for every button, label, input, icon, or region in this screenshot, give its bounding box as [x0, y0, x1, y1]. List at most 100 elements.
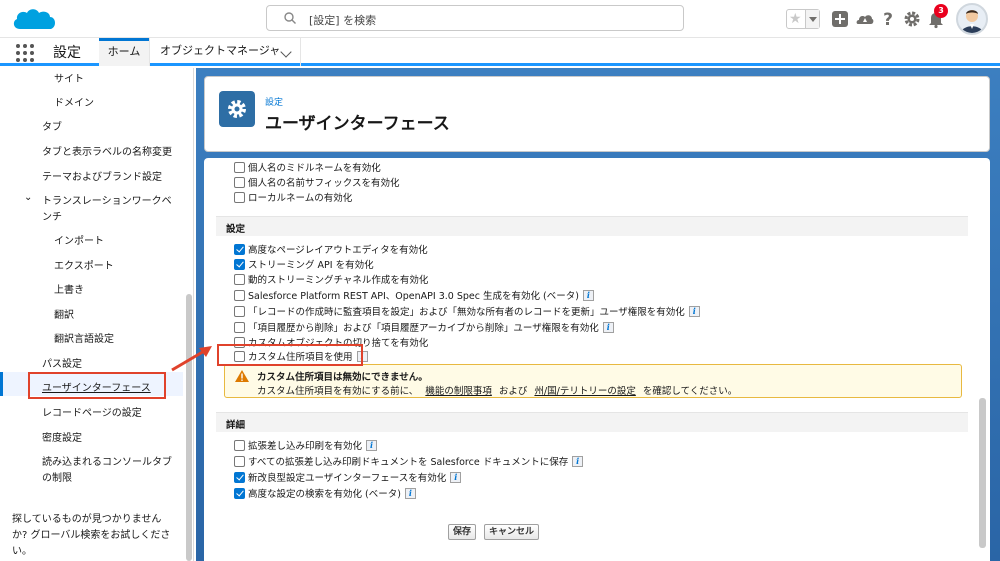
sidebar-item-site[interactable]: サイト [54, 70, 84, 85]
salesforce-cloud-logo[interactable] [10, 5, 58, 33]
setting-label: Salesforce Platform REST API、OpenAPI 3.0… [248, 291, 579, 302]
global-header: [設定] を検索 ★ ? 3 [0, 0, 1000, 38]
info-icon[interactable]: i [450, 471, 462, 483]
help-icon[interactable]: ? [878, 9, 898, 29]
info-icon[interactable]: i [602, 321, 614, 333]
setting-row: ストリーミング API を有効化 [234, 257, 374, 271]
sidebar-help-text: か? グローバル検索をお試しくださ [12, 530, 171, 541]
setting-row: 拡張差し込み印刷を有効化 i [234, 438, 378, 452]
sidebar-item-themes-branding[interactable]: テーマおよびブランド設定 [42, 168, 162, 183]
svg-text:?: ? [883, 10, 893, 29]
setting-label: 動的ストリーミングチャネル作成を有効化 [248, 275, 429, 286]
sidebar-item-rename-tabs-labels[interactable]: タブと表示ラベルの名称変更 [42, 143, 172, 158]
setting-label: 新改良型設定ユーザインターフェースを有効化 [248, 473, 447, 484]
setting-row: 高度な設定の検索を有効化 (ベータ) i [234, 486, 416, 500]
sidebar-item-override[interactable]: 上書き [54, 281, 84, 296]
setup-gear-icon[interactable] [902, 9, 922, 29]
settings-section-header: 設定 [216, 216, 968, 236]
sidebar-item-translation-workbench[interactable]: トランスレーションワークベ [42, 192, 172, 207]
state-country-settings-link[interactable]: 州/国/テリトリーの設定 [534, 386, 635, 397]
local-name-checkbox[interactable] [234, 191, 245, 203]
main-area: 設定 ユーザインターフェース 個人名のミドルネームを有効化 個人名の名前サフィッ… [196, 68, 1000, 561]
setup-sidebar: サイト ドメイン タブ タブと表示ラベルの名称変更 テーマおよびブランド設定 ⌄… [0, 68, 194, 561]
feature-limitations-link[interactable]: 機能の制限事項 [425, 386, 492, 397]
setting-row: 個人名のミドルネームを有効化 [234, 160, 381, 174]
notification-count-badge: 3 [934, 4, 948, 18]
global-search[interactable]: [設定] を検索 [266, 5, 684, 31]
sidebar-item-import[interactable]: インポート [54, 232, 104, 247]
app-name: 設定 [53, 45, 81, 61]
custom-address-highlight-box [217, 344, 363, 366]
dynamic-streaming-channel-checkbox[interactable] [234, 273, 245, 285]
search-icon [284, 12, 296, 24]
trailhead-guidance-icon[interactable] [855, 9, 875, 29]
setting-label: 「項目履歴から削除」および「項目履歴アーカイブから削除」ユーザ権限を有効化 [248, 323, 599, 334]
chevron-down-icon[interactable] [280, 46, 292, 58]
warning-text-before: カスタム住所項目を有効にする前に、 [257, 386, 419, 397]
rest-api-openapi-checkbox[interactable] [234, 289, 245, 301]
sidebar-item-export[interactable]: エクスポート [54, 257, 114, 272]
setting-label: 「レコードの作成時に監査項目を設定」および「無効な所有者のレコードを更新」ユーザ… [248, 307, 685, 318]
improved-setup-ui-checkbox[interactable] [234, 471, 245, 483]
content-scrollbar[interactable] [979, 398, 986, 548]
field-history-delete-checkbox[interactable] [234, 321, 245, 333]
info-icon[interactable]: i [366, 439, 378, 451]
sidebar-item-record-page-settings[interactable]: レコードページの設定 [42, 404, 142, 419]
gear-icon [228, 100, 246, 118]
advanced-page-layout-checkbox[interactable] [234, 243, 245, 255]
setting-row: 「項目履歴から削除」および「項目履歴アーカイブから削除」ユーザ権限を有効化 i [234, 320, 614, 334]
name-suffix-checkbox[interactable] [234, 176, 245, 188]
sidebar-item-path-settings[interactable]: パス設定 [42, 355, 82, 370]
sidebar-item-domain[interactable]: ドメイン [54, 94, 94, 109]
setting-label: 高度なページレイアウトエディタを有効化 [248, 245, 428, 256]
setting-label: すべての拡張差し込み印刷ドキュメントを Salesforce ドキュメントに保存 [248, 457, 569, 468]
sidebar-item-console-tab-limit-cont[interactable]: の制限 [42, 469, 72, 484]
warning-text: カスタム住所項目を有効にする前に、 機能の制限事項 および 州/国/テリトリーの… [257, 383, 737, 397]
save-button[interactable]: 保存 [448, 524, 477, 540]
setting-label: ストリーミング API を有効化 [248, 260, 374, 271]
warning-text-after: を確認してください。 [642, 386, 738, 397]
section-title: 設定 [226, 224, 246, 235]
arrow-icon [171, 346, 212, 372]
page-header: 設定 ユーザインターフェース [204, 76, 990, 152]
user-avatar[interactable] [956, 3, 988, 35]
info-icon[interactable]: i [688, 305, 700, 317]
favorites-button[interactable]: ★ [786, 9, 820, 29]
app-launcher-icon[interactable] [16, 44, 34, 62]
sidebar-item-translation-language-settings[interactable]: 翻訳言語設定 [54, 330, 114, 345]
warning-title: カスタム住所項目は無効にできません。 [257, 372, 428, 383]
page-eyebrow[interactable]: 設定 [265, 95, 283, 108]
setting-row: 高度なページレイアウトエディタを有効化 [234, 242, 428, 256]
global-actions-plus-icon[interactable] [830, 9, 850, 29]
setup-gear-tile [219, 91, 255, 127]
favorites-dropdown-icon[interactable] [805, 10, 819, 28]
extended-mail-merge-checkbox[interactable] [234, 439, 245, 451]
middle-name-checkbox[interactable] [234, 161, 245, 173]
advanced-setup-search-checkbox[interactable] [234, 487, 245, 499]
star-icon: ★ [789, 11, 802, 27]
info-icon[interactable]: i [582, 289, 594, 301]
setting-label: 高度な設定の検索を有効化 (ベータ) [248, 489, 401, 500]
sidebar-item-console-tab-limit[interactable]: 読み込まれるコンソールタブ [42, 453, 172, 468]
streaming-api-checkbox[interactable] [234, 258, 245, 270]
tab-object-manager[interactable]: オブジェクトマネージャ [149, 38, 301, 66]
section-title: 詳細 [226, 420, 246, 431]
user-avatar-icon [961, 10, 983, 33]
sidebar-item-density-settings[interactable]: 密度設定 [42, 429, 82, 444]
cancel-button[interactable]: キャンセル [484, 524, 540, 540]
sidebar-item-translate[interactable]: 翻訳 [54, 306, 74, 321]
sidebar-item-tabs[interactable]: タブ [42, 118, 62, 133]
sidebar-item-translation-workbench-cont[interactable]: ンチ [42, 208, 62, 223]
sidebar-scrollbar[interactable] [186, 294, 192, 561]
setting-label: 個人名の名前サフィックスを有効化 [248, 178, 400, 189]
audit-fields-permission-checkbox[interactable] [234, 305, 245, 317]
chevron-expanded-icon[interactable]: ⌄ [24, 192, 32, 203]
setting-row: ローカルネームの有効化 [234, 190, 352, 204]
save-mail-merge-docs-checkbox[interactable] [234, 455, 245, 467]
info-icon[interactable]: i [572, 455, 584, 467]
tab-home[interactable]: ホーム [99, 38, 149, 66]
setting-label: ローカルネームの有効化 [248, 193, 353, 204]
info-icon[interactable]: i [404, 487, 416, 499]
setting-row: Salesforce Platform REST API、OpenAPI 3.0… [234, 288, 594, 302]
context-bar: 設定 ホーム オブジェクトマネージャ [0, 38, 1000, 66]
